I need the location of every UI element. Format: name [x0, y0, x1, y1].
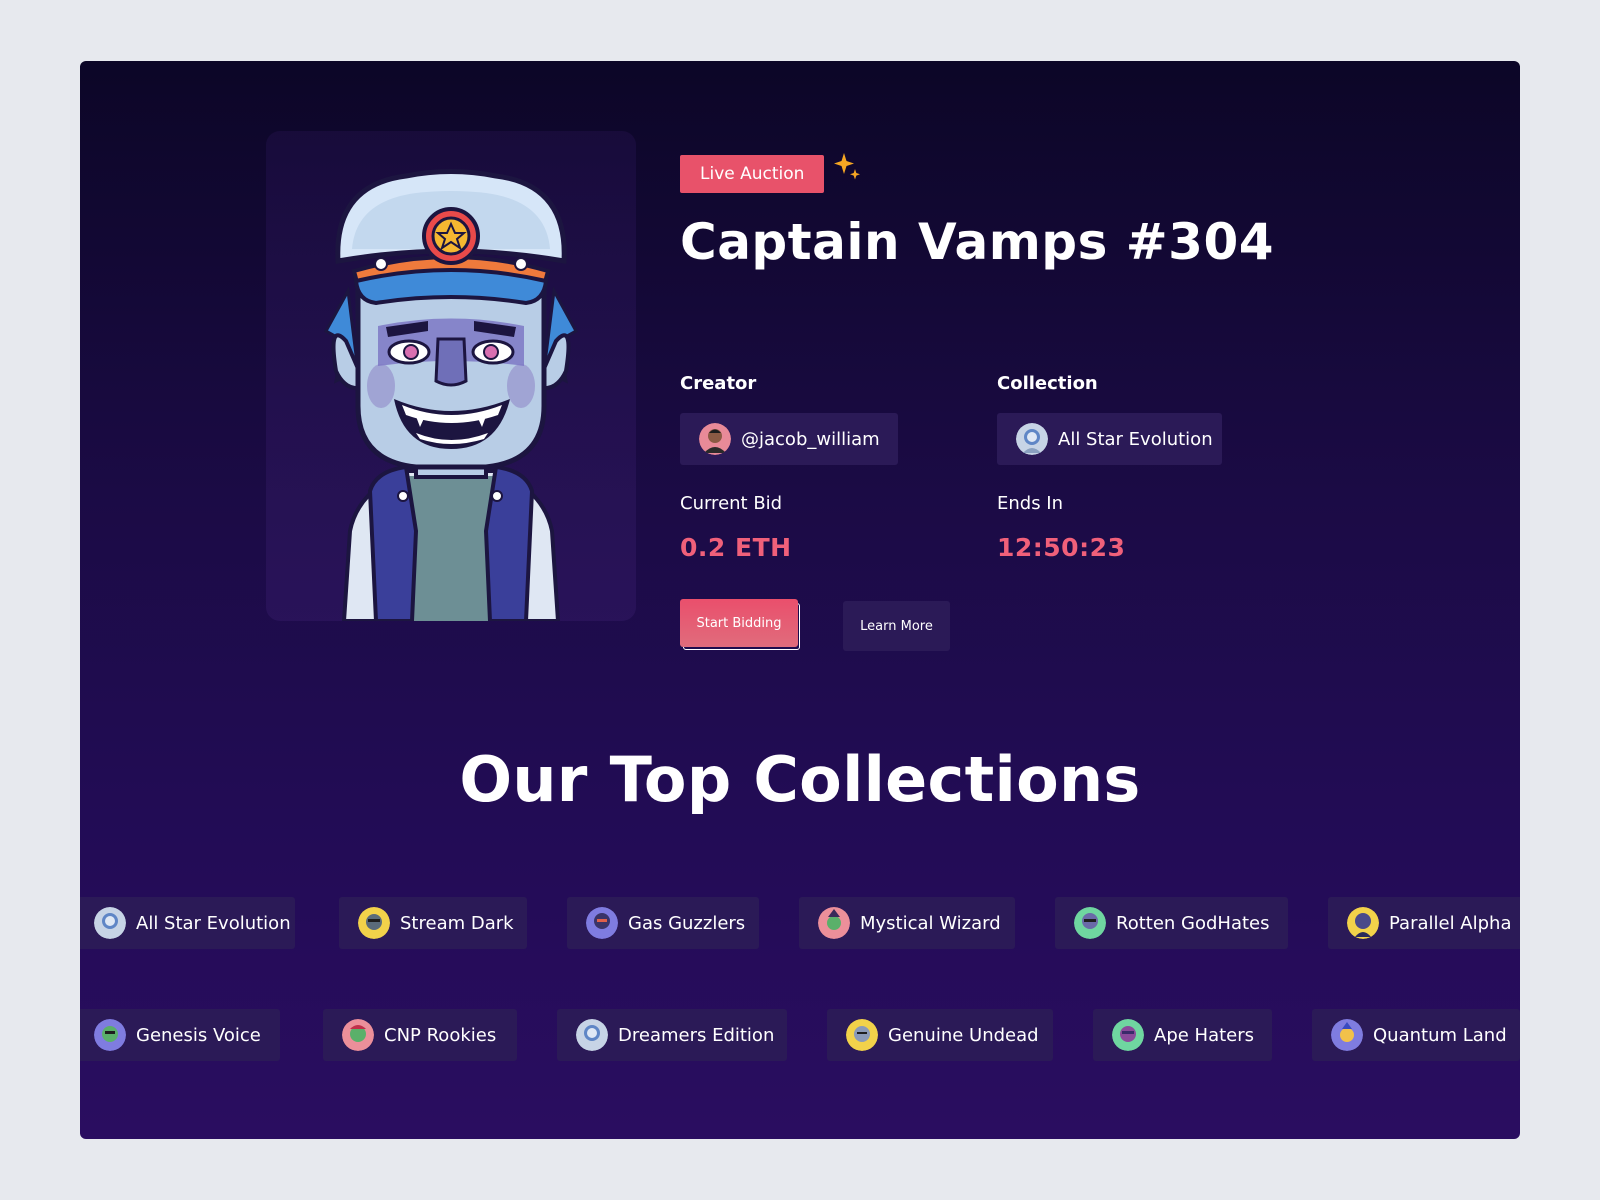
collection-chip[interactable]: Parallel Alpha — [1328, 897, 1520, 949]
collection-avatar — [586, 907, 618, 939]
collection-name: Genuine Undead — [888, 1024, 1039, 1046]
collection-chip[interactable]: Dreamers Edition — [557, 1009, 787, 1061]
collection-name: Ape Haters — [1154, 1024, 1255, 1046]
current-bid-value: 0.2 ETH — [680, 533, 792, 562]
collection-name: Rotten GodHates — [1116, 912, 1270, 934]
creator-handle: @jacob_william — [741, 428, 880, 450]
collection-name: Quantum Land — [1373, 1024, 1507, 1046]
collection-chip[interactable]: Gas Guzzlers — [567, 897, 759, 949]
collection-chip[interactable]: Mystical Wizard — [799, 897, 1015, 949]
creator-label: Creator — [680, 373, 757, 394]
collections-row-1: All Star Evolution Stream Dark Gas Guzzl… — [80, 897, 1520, 949]
collection-chip[interactable]: Genesis Voice — [80, 1009, 280, 1061]
collection-chip[interactable]: All Star Evolution — [80, 897, 295, 949]
collections-row-2: Genesis Voice CNP Rookies Dreamers Editi… — [80, 1009, 1520, 1061]
collection-avatar — [1347, 907, 1379, 939]
collection-name: Gas Guzzlers — [628, 912, 746, 934]
collection-avatar — [342, 1019, 374, 1051]
collection-avatar — [1074, 907, 1106, 939]
collection-avatar — [818, 907, 850, 939]
auction-info: Live Auction Captain Vamps #304 Creator … — [680, 153, 1380, 655]
collection-avatar — [94, 1019, 126, 1051]
collection-label: Collection — [997, 373, 1098, 394]
creator-chip[interactable]: @jacob_william — [680, 413, 898, 465]
collection-name: Genesis Voice — [136, 1024, 261, 1046]
start-bidding-wrap: Start Bidding — [680, 599, 802, 651]
top-collections-title: Our Top Collections — [459, 743, 1141, 816]
collection-avatar — [846, 1019, 878, 1051]
auction-panel: Live Auction Captain Vamps #304 Creator … — [80, 61, 1520, 1139]
collection-avatar — [94, 907, 126, 939]
collection-name: Stream Dark — [400, 912, 514, 934]
collection-avatar — [1331, 1019, 1363, 1051]
badge-row: Live Auction — [680, 153, 862, 193]
current-bid-label: Current Bid — [680, 493, 783, 514]
collection-avatar — [1112, 1019, 1144, 1051]
ends-in-label: Ends In — [997, 493, 1064, 514]
collection-chip[interactable]: Rotten GodHates — [1055, 897, 1288, 949]
collection-avatar — [1016, 423, 1048, 455]
collection-chip[interactable]: All Star Evolution — [997, 413, 1222, 465]
learn-more-button[interactable]: Learn More — [843, 601, 950, 651]
collection-chip[interactable]: CNP Rookies — [323, 1009, 517, 1061]
collection-chip[interactable]: Stream Dark — [339, 897, 527, 949]
nft-title: Captain Vamps #304 — [680, 213, 1275, 271]
countdown-value: 12:50:23 — [997, 533, 1126, 562]
nft-artwork[interactable] — [266, 131, 636, 621]
collection-chip[interactable]: Ape Haters — [1093, 1009, 1272, 1061]
collection-name: All Star Evolution — [136, 912, 291, 934]
collection-name: Dreamers Edition — [618, 1024, 775, 1046]
collection-chip[interactable]: Quantum Land — [1312, 1009, 1520, 1061]
captain-vamp-illustration — [323, 169, 579, 621]
collection-avatar — [576, 1019, 608, 1051]
collection-chip[interactable]: Genuine Undead — [827, 1009, 1053, 1061]
collection-name: Parallel Alpha — [1389, 912, 1512, 934]
collection-avatar — [358, 907, 390, 939]
collection-name: Mystical Wizard — [860, 912, 1001, 934]
creator-avatar — [699, 423, 731, 455]
collection-name: All Star Evolution — [1058, 428, 1213, 450]
live-auction-badge: Live Auction — [680, 155, 825, 193]
collection-name: CNP Rookies — [384, 1024, 497, 1046]
start-bidding-button[interactable]: Start Bidding — [680, 599, 798, 647]
sparkle-icon — [834, 153, 862, 187]
